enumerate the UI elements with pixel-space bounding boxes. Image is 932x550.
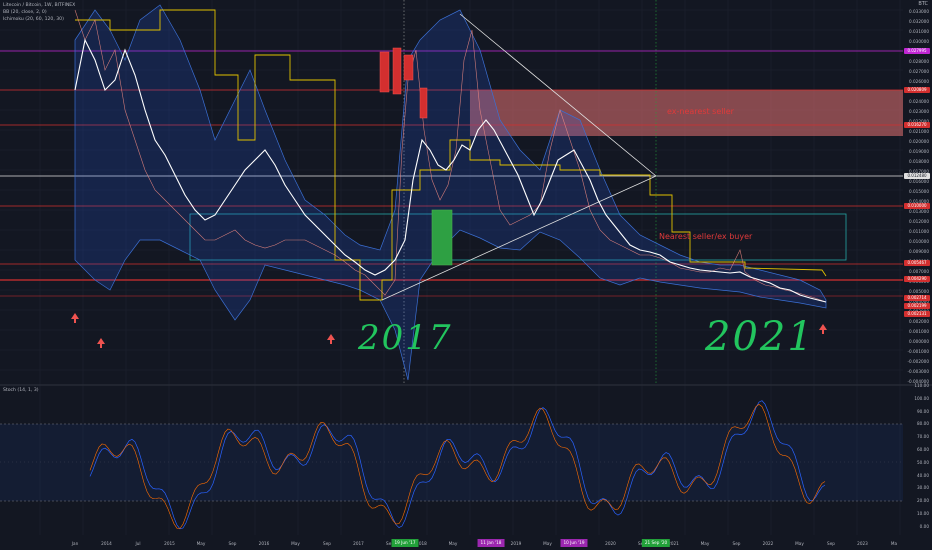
time-tick-label: Sep xyxy=(827,541,835,546)
price-tick-label: 0.009000 xyxy=(909,249,929,254)
price-tick-label: 0.024000 xyxy=(909,99,929,104)
year-2021-label: 2021 xyxy=(705,314,815,360)
stoch-tick-label: 100.00 xyxy=(914,395,929,401)
legend-stoch[interactable]: Stoch (14, 1, 3) xyxy=(3,388,39,394)
price-tick-label: 0.020000 xyxy=(909,139,929,144)
main-chart[interactable] xyxy=(0,0,932,550)
chart-window: Litecoin / Bitcoin, 1W, BITFINEX BB (20,… xyxy=(0,0,932,550)
stoch-tick-label: 40.00 xyxy=(917,472,929,478)
time-tick-label: May xyxy=(700,541,710,546)
price-tick-label: 0.028000 xyxy=(909,59,929,64)
stoch-tick-label: 10.00 xyxy=(917,511,929,516)
time-tick-label: May xyxy=(291,541,300,546)
time-tick-label: May xyxy=(196,541,206,546)
up-arrow-icon xyxy=(71,313,79,323)
stoch-band xyxy=(0,424,903,501)
legend-symbol[interactable]: Litecoin / Bitcoin, 1W, BITFINEX xyxy=(3,3,75,9)
price-tick-label: 0.026000 xyxy=(909,79,929,84)
price-tick-label: 0.001000 xyxy=(909,329,929,334)
price-tick-label: 0.032000 xyxy=(909,19,929,24)
time-tick-label: Jan xyxy=(71,541,79,546)
price-tag: 0.002131 xyxy=(904,311,930,317)
time-tick-label: 2020 xyxy=(605,541,616,546)
price-tag: 0.012480 xyxy=(904,173,930,179)
time-tick-label: 2019 xyxy=(510,541,522,546)
price-tick-label: 0.015000 xyxy=(909,189,929,194)
stoch-tick-label: 20.00 xyxy=(917,498,929,504)
time-tick-label: Jul xyxy=(135,541,141,546)
price-tick-label: -0.003000 xyxy=(907,369,930,374)
time-tick-label: Sep xyxy=(323,541,331,546)
price-tick-label: 0.013000 xyxy=(909,209,929,214)
price-tag: 0.005467 xyxy=(904,260,930,266)
price-tag: 0.002199 xyxy=(904,303,930,309)
price-tag: 0.002714 xyxy=(904,295,930,301)
stoch-tick-label: 0.00 xyxy=(919,523,929,529)
time-tick-label: May xyxy=(448,541,458,546)
year-2017-label: 2017 xyxy=(358,318,453,358)
price-tick-label: 0.021000 xyxy=(909,129,929,134)
price-tick-label: 0.012000 xyxy=(909,219,929,224)
price-tick-label: 0.019000 xyxy=(909,149,929,154)
time-tick-label: Sep xyxy=(732,541,741,546)
stoch-axis[interactable]: 110.00 100.00 90.00 80.00 70.00 60.00 50.00 40.… xyxy=(903,383,932,535)
up-arrow-icon xyxy=(97,338,105,348)
time-tick-label: 2016 xyxy=(258,541,270,546)
time-tick-label: Sep xyxy=(228,541,237,546)
time-tick-label: 2022 xyxy=(762,541,774,546)
time-tick-label: 2014 xyxy=(101,541,112,546)
time-tick-label: 2017 xyxy=(353,541,364,546)
legend-ichimoku[interactable]: Ichimoku (20, 60, 120, 30) xyxy=(3,17,64,23)
currency-label: BTC xyxy=(918,1,928,7)
price-tick-label: 0.011000 xyxy=(909,229,929,234)
price-tick-label: 0.005000 xyxy=(909,289,929,294)
price-tick-label: 0.031000 xyxy=(909,29,929,34)
price-tag: 0.027995 xyxy=(904,48,930,54)
stoch-tick-label: 80.00 xyxy=(917,421,929,427)
price-tick-label: 0.030000 xyxy=(909,39,929,44)
time-tick-label: 2023 xyxy=(857,541,868,546)
price-axis[interactable]: BTC 0.033000 0.032000 0.031000 0.030000 0.02… xyxy=(903,0,932,385)
legend-bb[interactable]: BB (20, close, 2, 0) xyxy=(3,10,47,16)
price-tick-label: 0.000000 xyxy=(909,339,929,344)
stoch-tick-label: 30.00 xyxy=(917,485,929,491)
time-axis[interactable]: Jan 2014 Jul 2015 May Sep 2016 May Sep 2017 Sep 201… xyxy=(0,536,903,550)
time-tick-label: May xyxy=(795,541,804,546)
price-tick-label: 0.002000 xyxy=(909,319,929,324)
resistance-label: ex-nearest seller xyxy=(667,107,734,116)
price-tick-label: 0.018000 xyxy=(909,159,929,164)
price-tag: 0.016270 xyxy=(904,122,930,128)
time-highlight-label: 21 Sep '20 xyxy=(641,539,671,547)
price-tick-label: 0.033000 xyxy=(909,9,929,14)
seller-buyer-label: Nearest seller/ex buyer xyxy=(659,232,753,241)
stoch-tick-label: 60.00 xyxy=(917,447,929,452)
price-tag: 0.020809 xyxy=(904,87,930,93)
time-highlight-label: 19 Jun '17 xyxy=(391,539,419,547)
price-tick-label: -0.002000 xyxy=(907,359,930,364)
time-tick-label: Ma xyxy=(890,541,898,546)
price-tick-label: 0.016000 xyxy=(909,179,929,184)
stoch-tick-label: 110.00 xyxy=(914,383,929,388)
time-highlight-label: 11 Jan '18 xyxy=(477,539,505,547)
up-arrow-icon xyxy=(327,334,335,344)
time-tick-label: May xyxy=(543,541,552,546)
price-tick-label: 0.007000 xyxy=(909,269,929,274)
time-highlight-label: 10 Jun '19 xyxy=(560,539,588,547)
stoch-tick-label: 70.00 xyxy=(917,434,929,440)
time-tick-label: 2015 xyxy=(164,541,175,546)
stoch-tick-label: 50.00 xyxy=(917,459,929,465)
price-tick-label: 0.027000 xyxy=(909,69,929,74)
price-tag: 0.004290 xyxy=(904,276,930,282)
price-tag: 0.010000 xyxy=(904,203,930,209)
green-candle xyxy=(431,209,453,266)
stoch-tick-label: 90.00 xyxy=(917,408,929,414)
up-arrow-icon xyxy=(819,324,827,334)
price-tick-label: 0.023000 xyxy=(909,109,929,114)
price-tick-label: 0.010000 xyxy=(909,239,929,244)
price-tick-label: -0.001000 xyxy=(907,349,930,354)
